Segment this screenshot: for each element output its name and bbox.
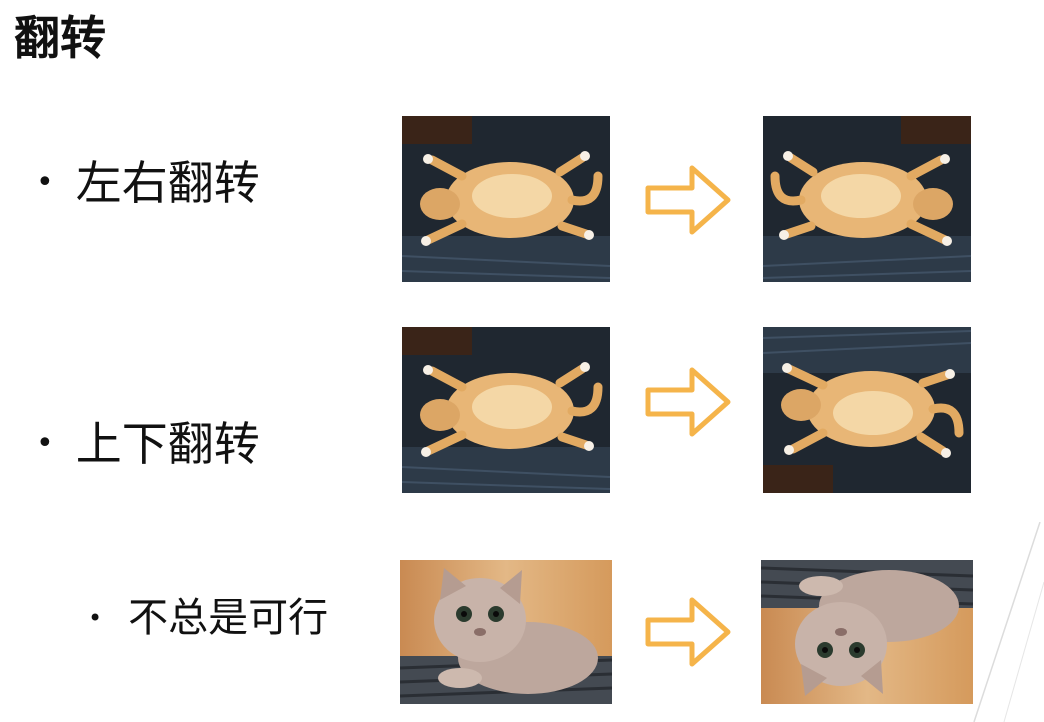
horizontally-flipped-cat-image <box>762 116 972 282</box>
bullet-item-vertical-flip: • 上下翻转 <box>36 414 260 474</box>
bullet-dot: • <box>88 604 103 632</box>
right-arrow-icon <box>645 367 731 437</box>
bullet-text: 左右翻转 <box>75 156 260 210</box>
vertically-flipped-cat-image <box>762 327 972 493</box>
flipped-kitten-image <box>761 560 973 704</box>
right-arrow-icon <box>645 165 731 235</box>
original-cat-image-2 <box>402 327 610 493</box>
bullet-dot: • <box>36 165 54 200</box>
original-cat-image-1 <box>402 116 610 282</box>
bullet-item-not-always-feasible: • 不总是可行 <box>88 588 328 648</box>
bullet-text: 上下翻转 <box>75 417 260 471</box>
right-arrow-icon <box>645 597 731 667</box>
bullet-text: 不总是可行 <box>128 595 329 641</box>
original-kitten-image <box>400 560 612 704</box>
decorative-corner-lines <box>973 522 1044 722</box>
slide-title: 翻转 <box>14 11 106 65</box>
bullet-item-horizontal-flip: • 左右翻转 <box>36 153 260 213</box>
bullet-dot: • <box>36 426 54 461</box>
